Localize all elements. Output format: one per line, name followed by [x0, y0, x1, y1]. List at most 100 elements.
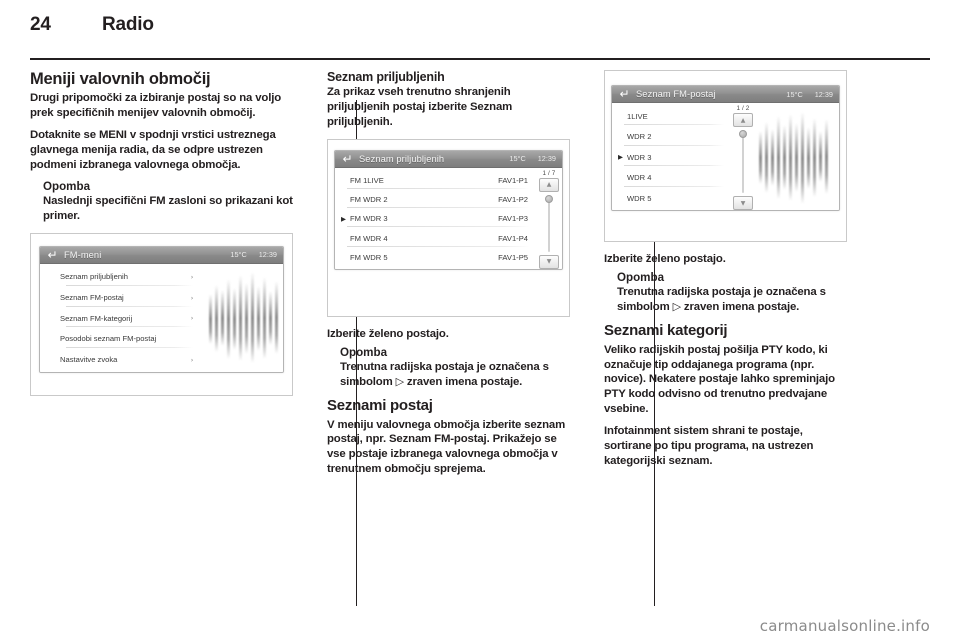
menu-item-fm-station-list[interactable]: Seznam FM-postaj ›	[54, 288, 199, 307]
left-paragraph-2: Dotaknite se MENI v spodnji vrstici ustr…	[30, 129, 276, 171]
favourite-slot: FAV1-P5	[498, 252, 528, 262]
fm-stations-scrollbar[interactable]: 1 / 2 ▲ ▼	[730, 103, 756, 210]
menu-item-favourites[interactable]: Seznam priljubljenih ›	[54, 268, 199, 287]
page-indicator: 1 / 7	[542, 169, 556, 177]
station-name: WDR 2	[627, 132, 652, 141]
list-item[interactable]: WDR 2	[612, 128, 730, 146]
back-arrow-icon[interactable]: ↵	[618, 88, 631, 101]
footer-watermark: carmanualsonline.info	[759, 617, 930, 635]
list-item[interactable]: WDR 4	[612, 169, 730, 187]
favourites-scrollbar[interactable]: 1 / 7 ▲ ▼	[536, 168, 562, 269]
station-name: FM WDR 5	[350, 252, 388, 262]
note-text-after: zraven imena postaje.	[403, 376, 523, 388]
play-triangle-icon: ▷	[395, 375, 404, 388]
favourite-slot: FAV1-P2	[498, 195, 528, 205]
middle-paragraph-2: V meniju valovnega območja izberite sezn…	[327, 418, 566, 476]
scroll-down-button[interactable]: ▼	[733, 196, 753, 210]
right-paragraph-1: Veliko radijskih postaj pošilja PTY kodo…	[604, 343, 835, 416]
favourites-list: FM 1LIVE FAV1-P1 FM WDR 2 FAV1-P2 ▶ FM W…	[335, 168, 536, 269]
fm-stations-list: 1LIVE WDR 2 ▶ WDR 3 WDR 4 WDR 5	[612, 103, 730, 210]
right-section-heading: Seznami kategorij	[604, 321, 728, 339]
middle-column: Seznam priljubljenih Za prikaz vseh tren…	[307, 70, 584, 606]
menu-item-label: Seznam FM-kategorij	[60, 313, 133, 323]
fm-stations-temperature: 15°C	[786, 89, 803, 99]
favourites-body: FM 1LIVE FAV1-P1 FM WDR 2 FAV1-P2 ▶ FM W…	[335, 167, 562, 269]
list-item-selected[interactable]: ▶ WDR 3	[612, 148, 730, 166]
note-text-after: zraven imena postaje.	[680, 301, 800, 314]
fm-stations-title: Seznam FM-postaj	[636, 89, 716, 99]
playing-marker-icon: ▶	[341, 214, 346, 223]
menu-item-audio-settings[interactable]: Nastavitve zvoka ›	[54, 351, 199, 369]
favourites-title: Seznam priljubljenih	[359, 153, 445, 164]
middle-note-title: Opomba	[340, 345, 388, 359]
playing-marker-icon: ▶	[618, 153, 623, 161]
middle-select-station: Izberite želeno postajo.	[327, 327, 449, 340]
middle-section-heading-2: Seznami postaj	[327, 396, 433, 414]
favourite-slot: FAV1-P1	[498, 175, 528, 185]
favourites-time: 12:39	[537, 154, 556, 164]
menu-item-label: Posodobi seznam FM-postaj	[60, 334, 157, 344]
back-arrow-icon[interactable]: ↵	[341, 152, 354, 165]
fm-stations-time: 12:39	[814, 89, 833, 99]
chevron-right-icon: ›	[190, 293, 194, 302]
waveform-decoration	[756, 103, 830, 210]
station-name: FM 1LIVE	[350, 175, 384, 185]
screenshot-favourites-list: ↵ Seznam priljubljenih 15°C 12:39 FM 1LI…	[327, 138, 570, 317]
list-item[interactable]: FM WDR 4 FAV1-P4	[335, 230, 536, 247]
chevron-right-icon: ›	[190, 355, 194, 364]
left-note: Opomba Naslednji specifični FM zasloni s…	[30, 180, 293, 224]
right-note: Opomba Trenutna radijska postaja je ozna…	[604, 271, 847, 315]
station-name: WDR 3	[627, 152, 652, 162]
menu-item-update-fm-list[interactable]: Posodobi seznam FM-postaj	[54, 330, 199, 349]
menu-item-fm-category-list[interactable]: Seznam FM-kategorij ›	[54, 309, 199, 328]
favourites-temperature: 15°C	[509, 154, 526, 164]
list-item[interactable]: FM 1LIVE FAV1-P1	[335, 172, 536, 189]
list-item[interactable]: WDR 5	[612, 189, 730, 207]
right-select-station: Izberite želeno postajo.	[604, 253, 726, 265]
list-item[interactable]: FM WDR 2 FAV1-P2	[335, 191, 536, 208]
header-divider	[30, 58, 930, 60]
middle-note: Opomba Trenutna radijska postaja je ozna…	[327, 346, 570, 390]
middle-note-body: Trenutna radijska postaja je označena s …	[340, 360, 570, 390]
chapter-title: Radio	[102, 14, 154, 35]
left-note-body: Naslednji specifični FM zasloni so prika…	[43, 195, 293, 222]
list-item[interactable]: FM WDR 5 FAV1-P5	[335, 249, 536, 266]
station-name: FM WDR 3	[350, 214, 388, 224]
station-name: FM WDR 2	[350, 195, 388, 205]
page-number: 24	[30, 14, 51, 35]
list-item-selected[interactable]: ▶ FM WDR 3 FAV1-P3	[335, 210, 536, 228]
page-header: 24 Radio	[30, 14, 930, 44]
menu-item-label: Seznam priljubljenih	[60, 272, 128, 282]
right-paragraph-2: Infotainment sistem shrani te postaje, s…	[604, 424, 814, 467]
station-name: WDR 4	[627, 173, 652, 182]
left-paragraph-1: Drugi pripomočki za izbiranje postaj so …	[30, 92, 282, 120]
list-item[interactable]: 1LIVE	[612, 107, 730, 125]
screenshot-fm-menu: ↵ FM-meni 15°C 12:39 Seznam priljubljeni…	[30, 232, 293, 396]
scroll-thumb[interactable]	[739, 130, 747, 138]
fm-menu-body: Seznam priljubljenih › Seznam FM-postaj …	[40, 263, 283, 372]
scroll-track[interactable]	[545, 194, 553, 252]
favourites-titlebar: ↵ Seznam priljubljenih 15°C 12:39	[335, 150, 562, 168]
middle-paragraph-1: Za prikaz vseh trenutno shranjenih prilj…	[327, 86, 513, 129]
scroll-down-button[interactable]: ▼	[539, 254, 559, 269]
station-name: FM WDR 4	[350, 233, 388, 243]
fm-menu-titlebar: ↵ FM-meni 15°C 12:39	[40, 246, 283, 264]
scroll-up-button[interactable]: ▲	[733, 113, 753, 127]
station-name: 1LIVE	[627, 111, 648, 121]
screenshot-fm-station-list: ↵ Seznam FM-postaj 15°C 12:39 1LIVE WDR …	[604, 70, 847, 242]
fm-menu-time: 12:39	[258, 250, 277, 260]
back-arrow-icon[interactable]: ↵	[46, 248, 59, 261]
middle-section-heading: Seznam priljubljenih	[327, 70, 445, 84]
right-note-body: Trenutna radijska postaja je označena s …	[617, 285, 847, 315]
play-triangle-icon: ▷	[672, 300, 681, 314]
scroll-track[interactable]	[739, 130, 747, 193]
scroll-thumb[interactable]	[545, 194, 553, 203]
station-name: WDR 5	[627, 193, 652, 203]
fm-menu-list: Seznam priljubljenih › Seznam FM-postaj …	[40, 264, 205, 372]
right-note-title: Opomba	[617, 270, 665, 284]
waveform-decoration	[205, 264, 283, 372]
scroll-up-button[interactable]: ▲	[539, 177, 559, 192]
chevron-right-icon: ›	[190, 314, 194, 323]
left-section-heading: Meniji valovnih območij	[30, 70, 211, 88]
favourite-slot: FAV1-P4	[498, 233, 528, 243]
